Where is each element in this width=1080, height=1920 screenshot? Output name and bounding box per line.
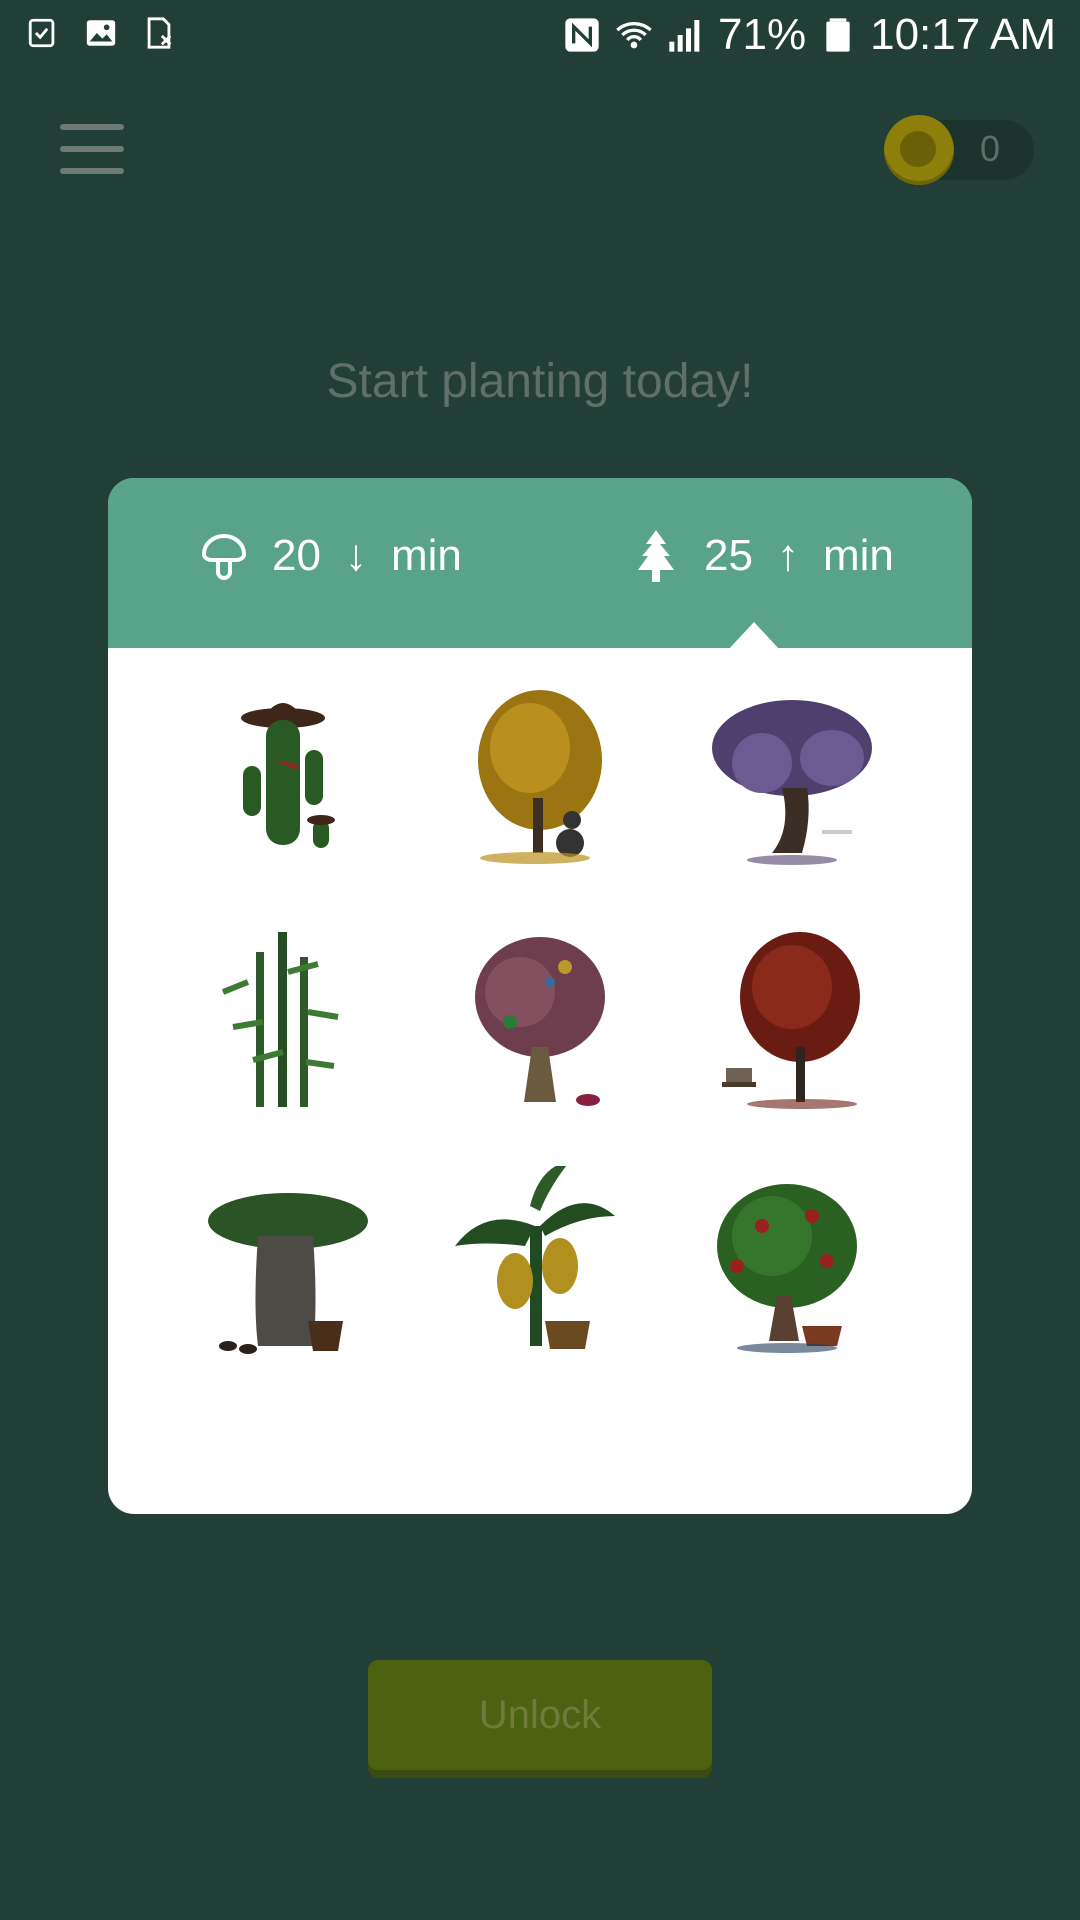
battery-icon (826, 18, 850, 52)
cowboy-cactus[interactable] (188, 678, 388, 878)
option-long-session[interactable]: 25 ↑ min (632, 530, 894, 582)
checklist-icon (28, 18, 55, 48)
short-session-unit: min (390, 531, 462, 580)
mushroom-icon (201, 534, 247, 580)
bamboo[interactable] (188, 922, 388, 1122)
option-short-session[interactable]: 20 ↓ min (200, 530, 462, 582)
coin-count: 0 (980, 128, 1001, 169)
red-maple-tree[interactable] (692, 922, 892, 1122)
unlock-button[interactable]: Unlock (368, 1660, 712, 1770)
clock: 10:17 AM (870, 10, 1056, 59)
image-icon (86, 20, 116, 46)
wifi-icon (616, 22, 652, 49)
hamburger-menu-icon[interactable] (60, 124, 130, 176)
page-title: Start planting today! (326, 355, 754, 408)
short-session-value: 20 (272, 531, 321, 580)
long-session-arrow: ↑ (776, 531, 799, 580)
selection-pointer (728, 622, 780, 650)
sim-card-icon (147, 17, 172, 49)
candy-tree[interactable] (440, 922, 640, 1122)
golden-tree-with-dog[interactable] (440, 678, 640, 878)
short-session-arrow: ↓ (344, 531, 367, 580)
status-right: 71% 10:17 AM (562, 10, 1056, 60)
status-left-icons (26, 16, 176, 50)
banana-tree[interactable] (440, 1166, 640, 1366)
battery-percent: 71% (718, 10, 807, 59)
apple-tree[interactable] (692, 1166, 892, 1366)
long-session-unit: min (822, 531, 894, 580)
pine-tree-icon (638, 530, 674, 582)
baobab-tree[interactable] (188, 1166, 388, 1366)
time-options-header: 20 ↓ min 25 ↑ min (108, 478, 972, 650)
coin-icon (884, 115, 954, 185)
tree-selection-card: 20 ↓ min 25 ↑ min (108, 478, 972, 1514)
signal-icon (669, 20, 700, 52)
nfc-icon (565, 18, 599, 52)
status-bar: 71% 10:17 AM (0, 0, 1080, 75)
wisteria-tree[interactable] (692, 678, 892, 878)
long-session-value: 25 (704, 531, 753, 580)
